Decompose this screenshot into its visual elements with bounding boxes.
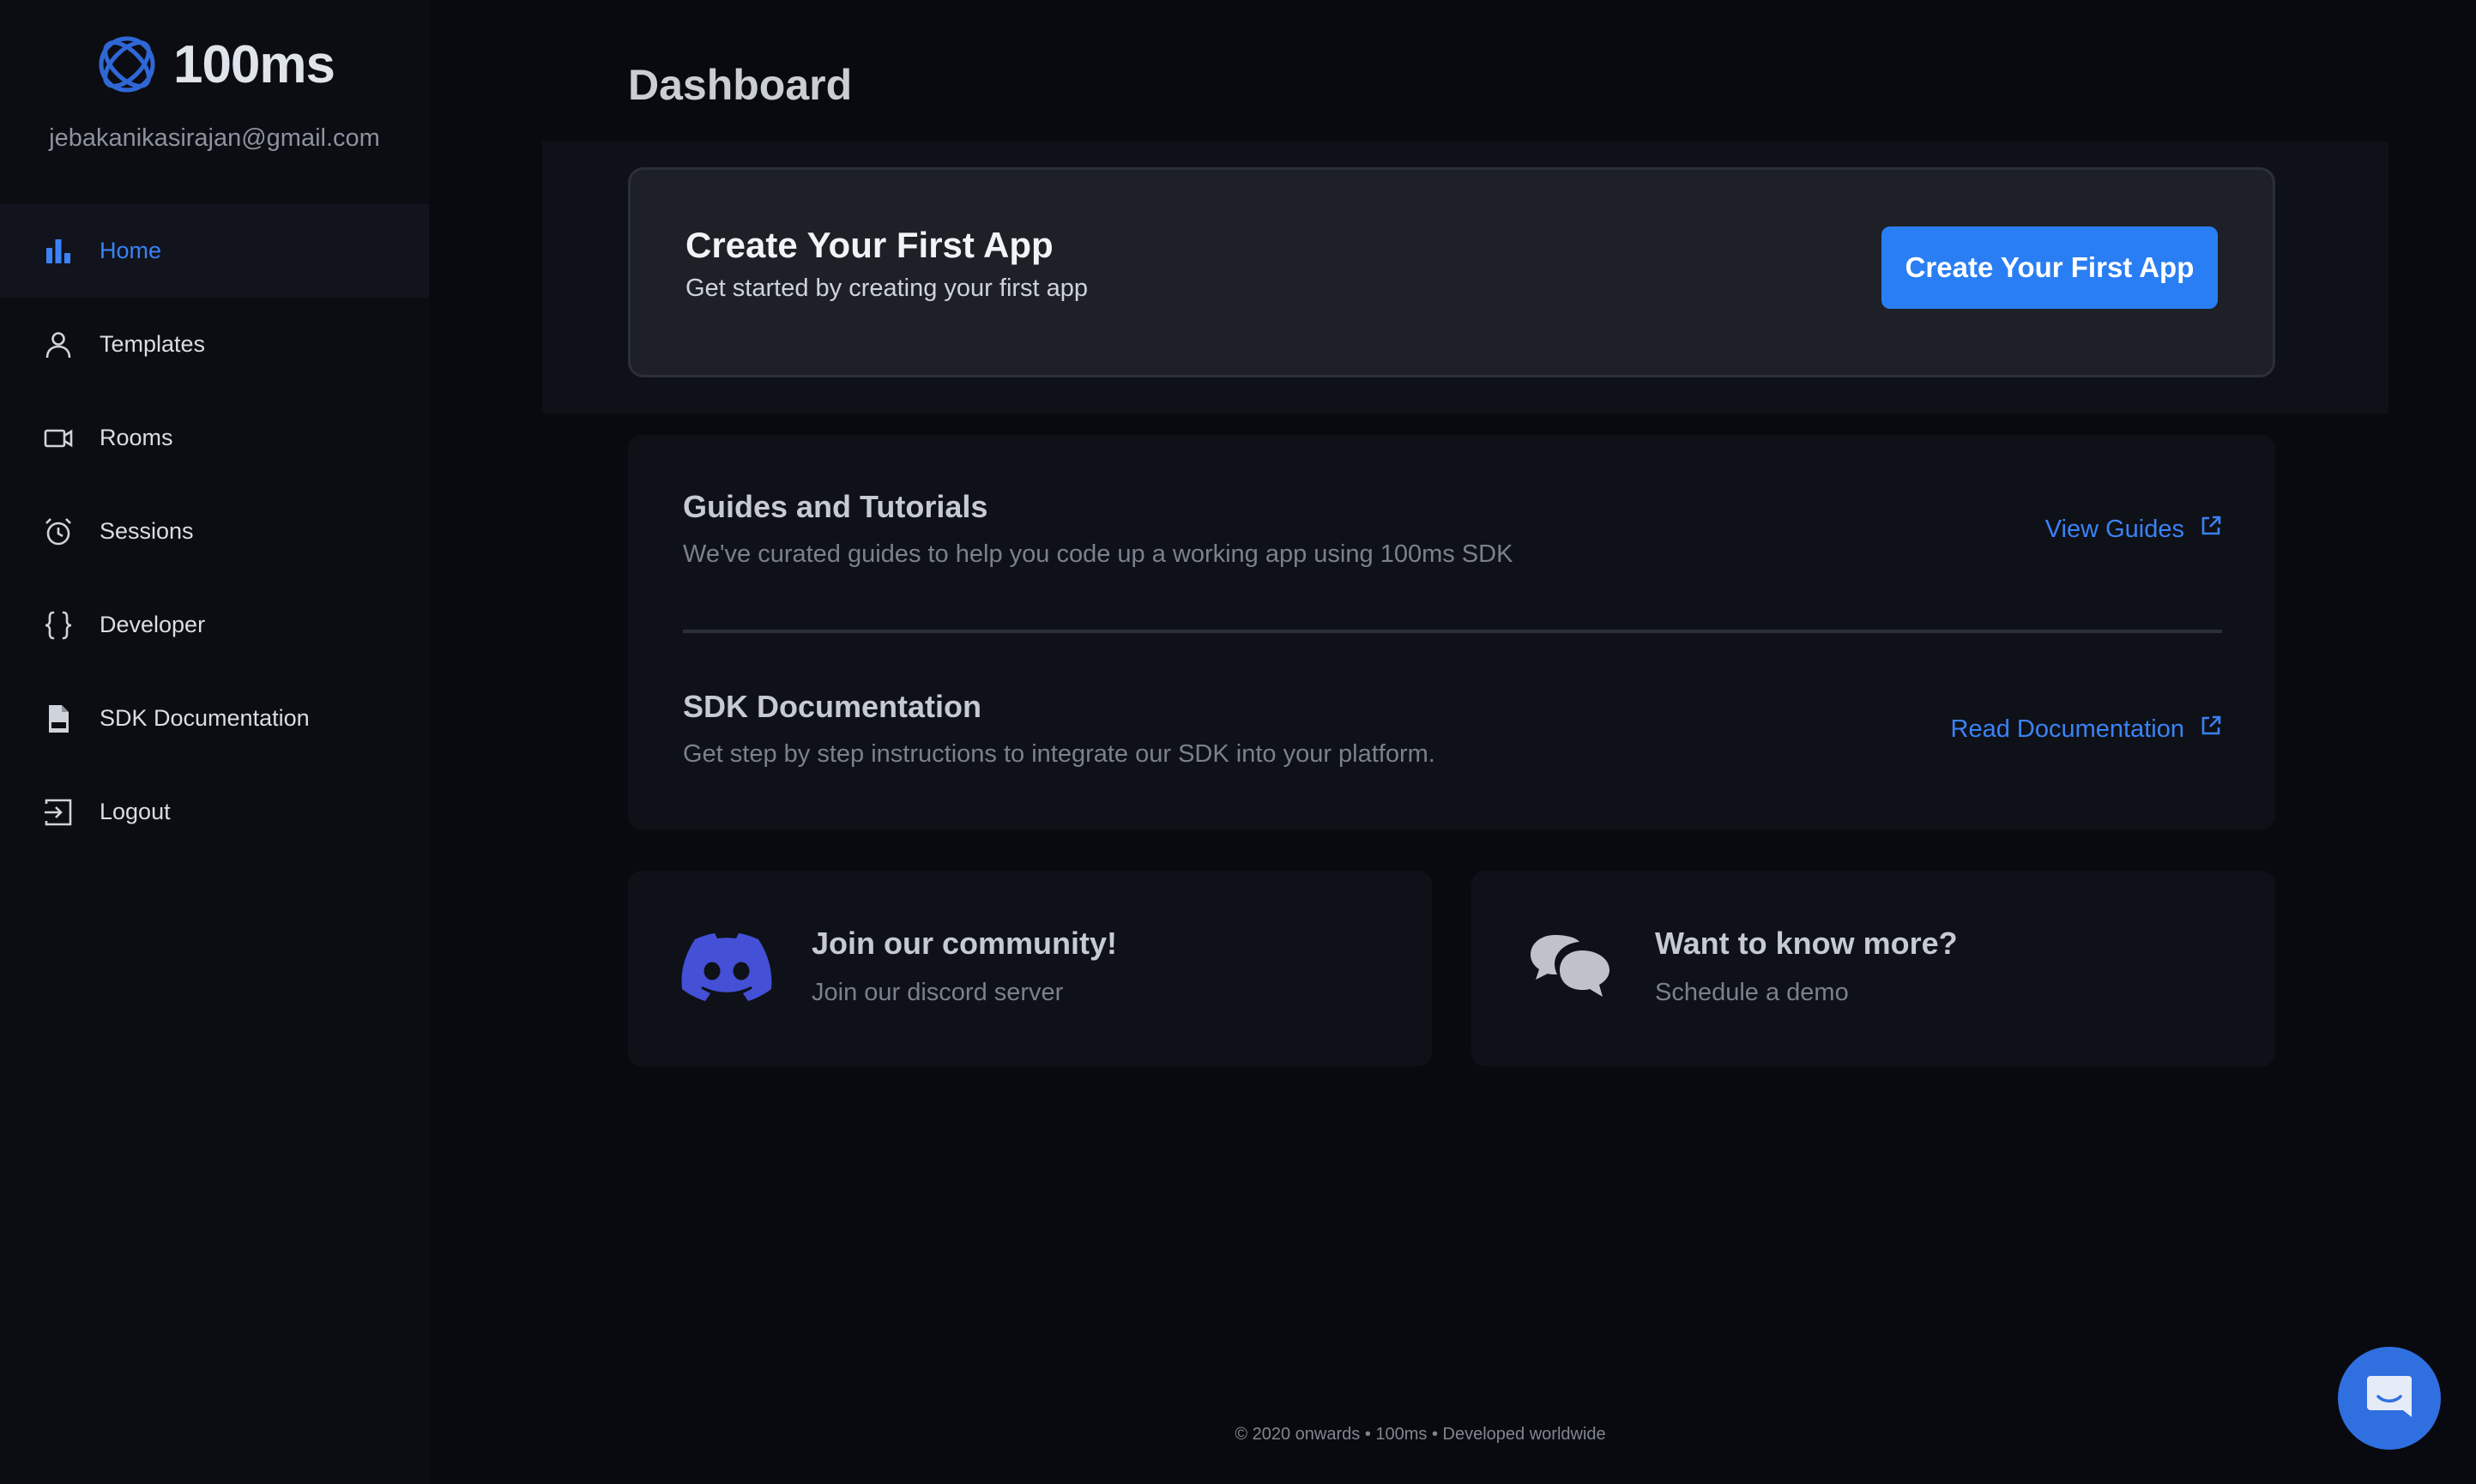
demo-subtitle: Schedule a demo bbox=[1655, 979, 1849, 1006]
sidebar-item-sdk-documentation[interactable]: SDK Documentation bbox=[0, 672, 429, 765]
guides-description: We've curated guides to help you code up… bbox=[683, 540, 1513, 568]
chat-launcher-icon bbox=[2364, 1371, 2415, 1427]
app-root: 100ms jebakanikasirajan@gmail.com Home T… bbox=[0, 0, 2476, 1484]
footer: © 2020 onwards • 100ms • Developed world… bbox=[429, 1425, 2476, 1445]
sidebar-item-label: Sessions bbox=[100, 518, 194, 544]
brand[interactable]: 100ms bbox=[0, 26, 429, 103]
curly-braces-icon bbox=[41, 608, 75, 642]
document-icon bbox=[41, 702, 75, 736]
sidebar-item-label: SDK Documentation bbox=[100, 705, 310, 731]
user-email: jebakanikasirajan@gmail.com bbox=[49, 124, 380, 152]
sdk-docs-description: Get step by step instructions to integra… bbox=[683, 740, 1435, 768]
footer-text: © 2020 onwards • 100ms • Developed world… bbox=[1235, 1425, 1606, 1444]
sidebar-item-label: Home bbox=[100, 238, 162, 263]
demo-title: Want to know more? bbox=[1655, 926, 1958, 961]
community-subtitle: Join our discord server bbox=[812, 979, 1064, 1006]
hero-section: Create Your First App Get started by cre… bbox=[542, 142, 2388, 413]
guides-section: Guides and Tutorials We've curated guide… bbox=[683, 489, 2222, 600]
external-link-icon bbox=[2200, 715, 2222, 744]
discord-icon bbox=[681, 927, 772, 1010]
view-guides-link[interactable]: View Guides bbox=[2045, 515, 2222, 544]
read-documentation-link[interactable]: Read Documentation bbox=[1951, 715, 2222, 744]
sdk-docs-section: SDK Documentation Get step by step instr… bbox=[683, 689, 2222, 800]
resources-divider bbox=[683, 630, 2222, 633]
alarm-clock-icon bbox=[41, 515, 75, 549]
create-app-card: Create Your First App Get started by cre… bbox=[628, 167, 2275, 377]
sidebar: 100ms jebakanikasirajan@gmail.com Home T… bbox=[0, 0, 429, 1484]
view-guides-label: View Guides bbox=[2044, 515, 2184, 543]
community-title: Join our community! bbox=[812, 926, 1118, 961]
sidebar-item-home[interactable]: Home bbox=[0, 204, 429, 298]
sidebar-item-label: Logout bbox=[100, 799, 171, 824]
user-icon bbox=[41, 328, 75, 362]
create-app-title: Create Your First App bbox=[685, 225, 1054, 265]
sidebar-item-sessions[interactable]: Sessions bbox=[0, 485, 429, 578]
resources-card: Guides and Tutorials We've curated guide… bbox=[628, 435, 2275, 829]
sidebar-item-label: Templates bbox=[100, 331, 206, 357]
sdk-docs-title: SDK Documentation bbox=[683, 689, 982, 724]
external-link-icon bbox=[2200, 515, 2222, 544]
brand-logo-icon bbox=[94, 32, 160, 97]
brand-name: 100ms bbox=[172, 34, 335, 94]
bar-chart-icon bbox=[41, 234, 75, 268]
video-camera-icon bbox=[41, 421, 75, 455]
community-card[interactable]: Join our community! Join our discord ser… bbox=[628, 871, 1432, 1066]
sidebar-item-rooms[interactable]: Rooms bbox=[0, 391, 429, 485]
sidebar-item-label: Developer bbox=[100, 612, 206, 637]
guides-title: Guides and Tutorials bbox=[683, 489, 988, 524]
sidebar-item-logout[interactable]: Logout bbox=[0, 765, 429, 859]
sidebar-nav: Home Templates Rooms Sessions Developer … bbox=[0, 204, 429, 859]
create-first-app-button[interactable]: Create Your First App bbox=[1881, 226, 2218, 309]
chat-launcher-button[interactable] bbox=[2338, 1347, 2441, 1450]
sidebar-item-label: Rooms bbox=[100, 425, 173, 450]
sidebar-item-developer[interactable]: Developer bbox=[0, 578, 429, 672]
sidebar-item-templates[interactable]: Templates bbox=[0, 298, 429, 391]
logout-icon bbox=[41, 795, 75, 829]
read-documentation-label: Read Documentation bbox=[1950, 715, 2184, 743]
page-title: Dashboard bbox=[628, 61, 853, 109]
demo-card[interactable]: Want to know more? Schedule a demo bbox=[1471, 871, 2275, 1066]
create-app-subtitle: Get started by creating your first app bbox=[685, 274, 1089, 302]
chat-bubbles-icon bbox=[1525, 927, 1615, 1010]
